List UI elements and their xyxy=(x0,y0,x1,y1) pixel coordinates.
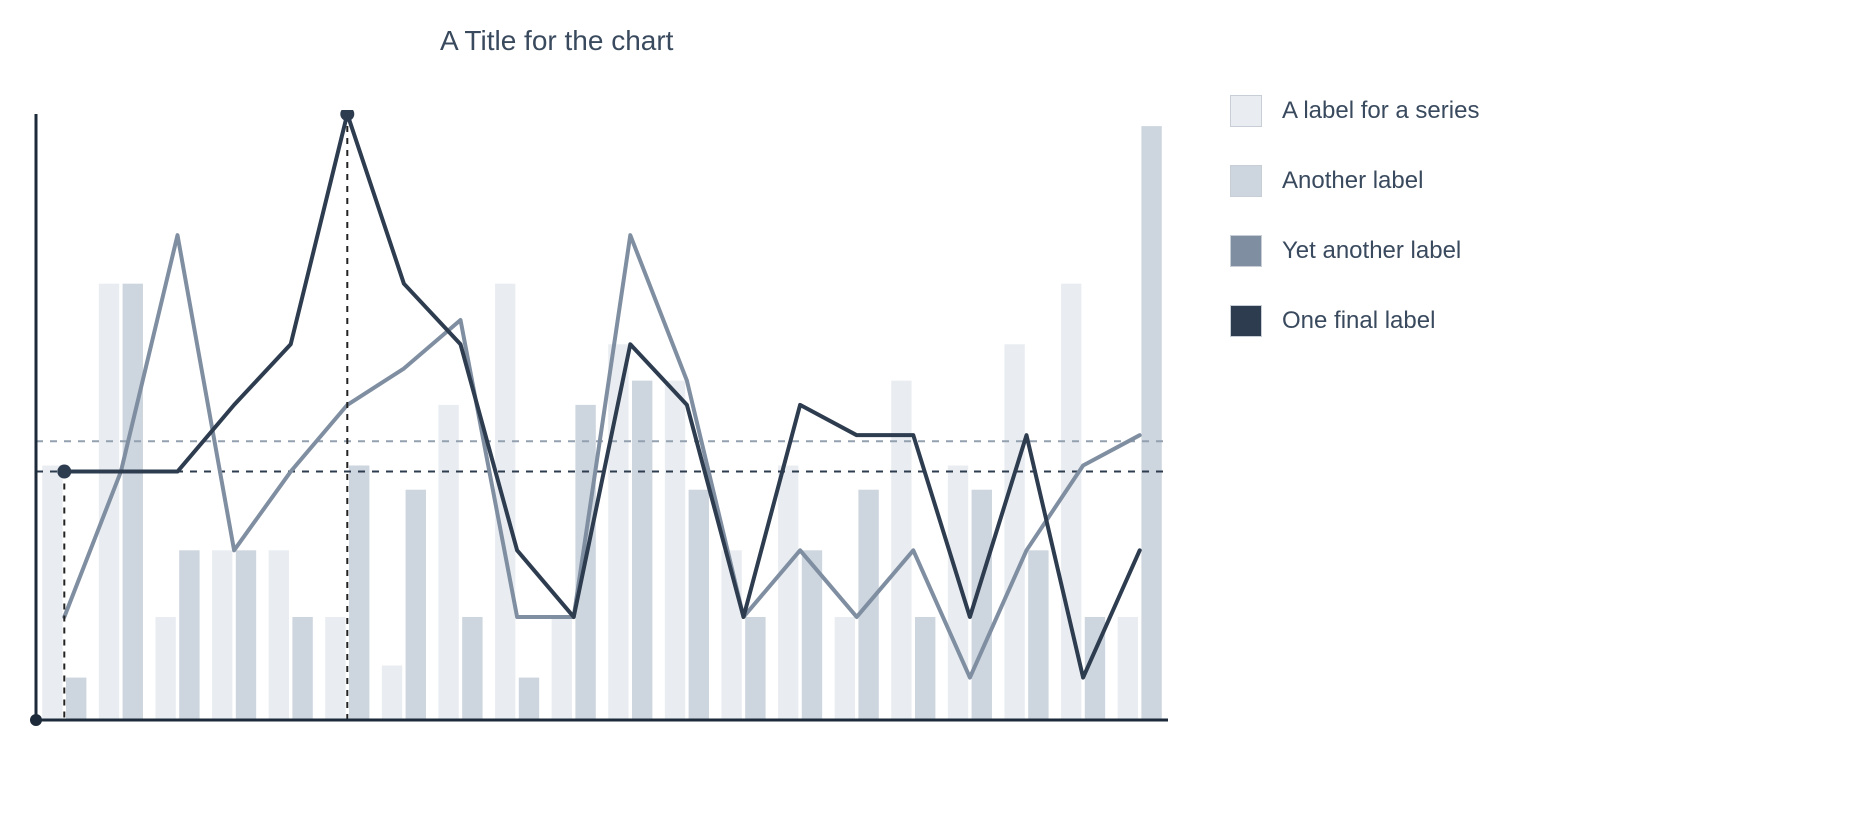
legend-label: One final label xyxy=(1282,307,1435,335)
chart-bar xyxy=(1028,550,1048,720)
chart-plot-area xyxy=(30,110,1170,730)
chart-bar xyxy=(948,465,968,720)
legend-swatch xyxy=(1230,305,1262,337)
highlight-point xyxy=(57,465,71,479)
legend-swatch xyxy=(1230,235,1262,267)
chart-bar xyxy=(745,617,765,720)
origin-point xyxy=(30,714,42,726)
chart-legend: A label for a series Another label Yet a… xyxy=(1230,95,1479,337)
legend-label: Another label xyxy=(1282,167,1423,195)
chart-container: A Title for the chart A label for a seri… xyxy=(0,0,1866,840)
chart-title: A Title for the chart xyxy=(440,25,673,57)
chart-bar xyxy=(179,550,199,720)
chart-bar xyxy=(915,617,935,720)
chart-bar xyxy=(632,381,652,720)
legend-item: One final label xyxy=(1230,305,1479,337)
chart-bar xyxy=(325,617,345,720)
chart-bar xyxy=(1004,344,1024,720)
chart-bar xyxy=(778,465,798,720)
highlight-point xyxy=(340,110,354,121)
chart-bar xyxy=(552,617,572,720)
chart-bar xyxy=(42,465,62,720)
chart-bar xyxy=(406,490,426,720)
chart-bar xyxy=(349,465,369,720)
legend-swatch xyxy=(1230,95,1262,127)
chart-bar xyxy=(835,617,855,720)
chart-bar xyxy=(462,617,482,720)
legend-item: Yet another label xyxy=(1230,235,1479,267)
chart-bar xyxy=(689,490,709,720)
chart-bar xyxy=(292,617,312,720)
chart-bar xyxy=(66,678,86,720)
chart-bar xyxy=(438,405,458,720)
chart-bar xyxy=(212,550,232,720)
legend-item: A label for a series xyxy=(1230,95,1479,127)
legend-swatch xyxy=(1230,165,1262,197)
chart-bar xyxy=(269,550,289,720)
chart-bar xyxy=(665,381,685,720)
chart-bar xyxy=(1118,617,1138,720)
chart-bar xyxy=(519,678,539,720)
legend-item: Another label xyxy=(1230,165,1479,197)
chart-bar xyxy=(1141,126,1161,720)
chart-bar xyxy=(382,665,402,720)
chart-bar xyxy=(155,617,175,720)
legend-label: A label for a series xyxy=(1282,97,1479,125)
chart-bar xyxy=(891,381,911,720)
legend-label: Yet another label xyxy=(1282,237,1461,265)
chart-bar xyxy=(123,284,143,720)
chart-bar xyxy=(236,550,256,720)
